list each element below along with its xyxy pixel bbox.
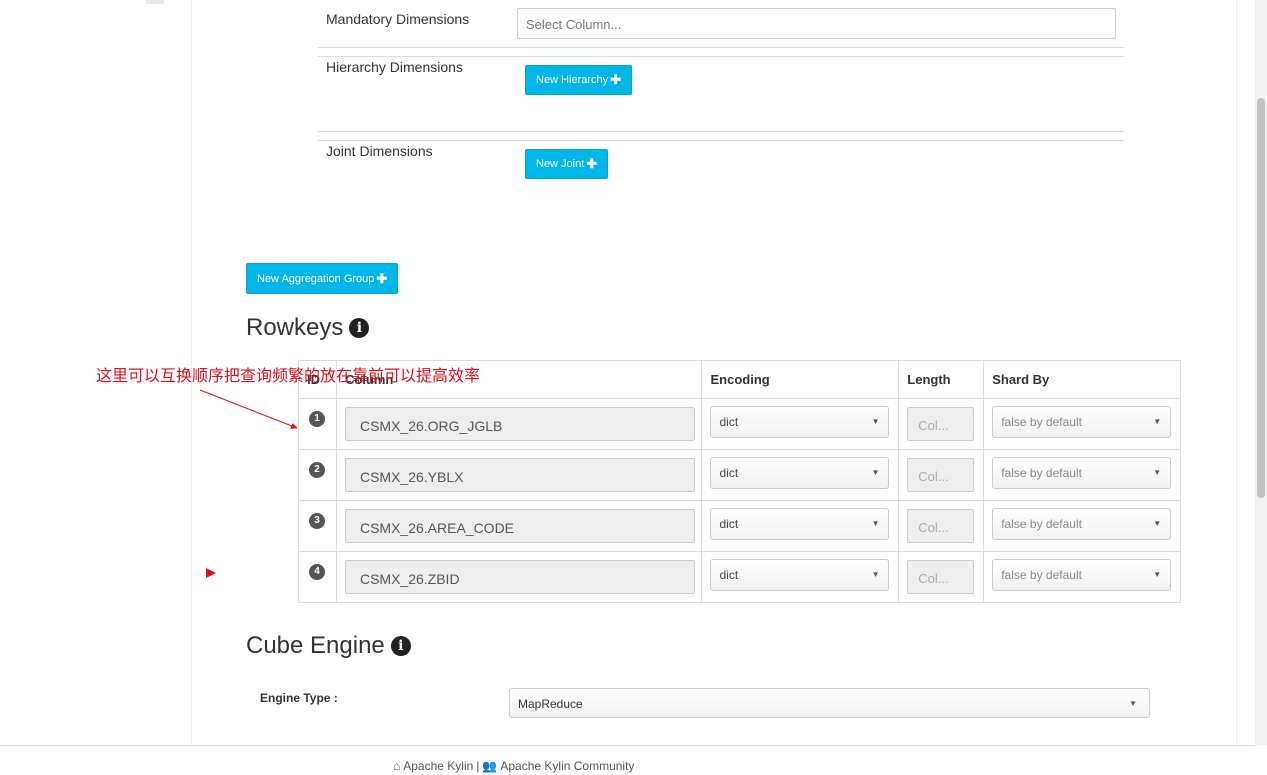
encoding-select[interactable]: dict ▼ [710, 508, 890, 540]
new-aggregation-group-button[interactable]: New Aggregation Group ✚ [246, 263, 399, 294]
engine-type-select[interactable]: MapReduce ▼ [509, 688, 1150, 718]
shard-by-select[interactable]: false by default ▼ [992, 559, 1172, 591]
new-hierarchy-label: New Hierarchy [536, 74, 609, 86]
length-input[interactable]: Col... [907, 509, 975, 543]
home-icon: ⌂ [393, 759, 401, 773]
encoding-select[interactable]: dict ▼ [710, 406, 890, 438]
header-encoding: Encoding [701, 360, 900, 399]
plus-icon: ✚ [376, 270, 388, 286]
annotation-text: 这里可以互换顺序把查询频繁的放在靠前可以提高效率 [96, 366, 481, 385]
new-joint-label: New Joint [536, 158, 585, 170]
column-field: CSMX_26.ZBID [344, 560, 695, 594]
encoding-value: dict [719, 517, 739, 531]
row-divider [318, 56, 1124, 57]
rowkeys-heading: Rowkeys i [246, 314, 370, 342]
shard-by-value: false by default [1001, 466, 1082, 480]
table-row[interactable]: 2 CSMX_26.YBLX dict ▼ Col... false by def… [298, 449, 1181, 501]
caret-down-icon: ▼ [871, 519, 880, 528]
new-joint-button[interactable]: New Joint ✚ [525, 149, 609, 179]
length-input[interactable]: Col... [907, 407, 975, 441]
scrollbar-thumb[interactable] [1257, 98, 1265, 498]
column-field: CSMX_26.ORG_JGLB [344, 407, 695, 441]
shard-by-value: false by default [1001, 415, 1082, 429]
mandatory-select-input[interactable]: Select Column... [517, 8, 1116, 39]
header-length: Length [898, 360, 985, 399]
apache-kylin-link[interactable]: Apache Kylin [403, 759, 473, 773]
plus-icon: ✚ [586, 156, 598, 171]
shard-by-select[interactable]: false by default ▼ [992, 457, 1172, 489]
info-icon[interactable]: i [349, 318, 370, 338]
engine-type-value: MapReduce [518, 697, 583, 711]
footer-links: ⌂ Apache Kylin | 👥 Apache Kylin Communit… [393, 759, 634, 773]
encoding-value: dict [719, 466, 739, 480]
table-row[interactable]: 1 CSMX_26.ORG_JGLB dict ▼ Col... false by… [298, 398, 1181, 450]
hierarchy-dimensions-label: Hierarchy Dimensions [326, 59, 463, 75]
content-right-border [1236, 0, 1237, 745]
gutter-chip [146, 0, 164, 4]
footer: ⌂ Apache Kylin | 👥 Apache Kylin Communit… [0, 745, 1255, 775]
caret-down-icon: ▼ [1153, 468, 1162, 477]
shard-by-value: false by default [1001, 568, 1082, 582]
encoding-select[interactable]: dict ▼ [710, 457, 890, 489]
caret-down-icon: ▼ [1129, 699, 1137, 708]
column-field: CSMX_26.YBLX [344, 458, 695, 492]
new-hierarchy-button[interactable]: New Hierarchy ✚ [525, 65, 633, 95]
caret-down-icon: ▼ [1153, 417, 1162, 426]
row-id-badge[interactable]: 1 [309, 411, 325, 427]
apache-kylin-community-link[interactable]: Apache Kylin Community [500, 759, 634, 773]
length-input[interactable]: Col... [907, 560, 975, 594]
header-shard-by: Shard By [983, 360, 1181, 399]
row-id-badge[interactable]: 3 [309, 513, 325, 529]
rowkeys-title: Rowkeys [246, 314, 344, 341]
users-icon: 👥 [482, 759, 498, 773]
row-divider [318, 140, 1124, 141]
length-input[interactable]: Col... [907, 458, 975, 492]
table-row[interactable]: 4 CSMX_26.ZBID dict ▼ Col... false by def… [298, 551, 1181, 603]
table-row[interactable]: 3 CSMX_26.AREA_CODE dict ▼ Col... false b… [298, 500, 1181, 552]
row-divider [318, 47, 1124, 48]
shard-by-select[interactable]: false by default ▼ [992, 406, 1172, 438]
row-id-badge[interactable]: 2 [309, 462, 325, 478]
annotation-arrow [199, 389, 298, 429]
caret-down-icon: ▼ [871, 570, 880, 579]
encoding-value: dict [719, 415, 739, 429]
caret-down-icon: ▼ [1153, 570, 1162, 579]
plus-icon: ✚ [610, 72, 622, 87]
cube-engine-heading: Cube Engine i [246, 632, 411, 660]
shard-by-select[interactable]: false by default ▼ [992, 508, 1172, 540]
encoding-select[interactable]: dict ▼ [710, 559, 890, 591]
new-aggregation-group-label: New Aggregation Group [257, 272, 375, 285]
row-id-badge[interactable]: 4 [309, 564, 325, 580]
footer-separator: | [476, 759, 480, 773]
engine-type-label: Engine Type : [260, 691, 338, 705]
joint-dimensions-label: Joint Dimensions [326, 143, 433, 159]
mandatory-dimensions-label: Mandatory Dimensions [326, 11, 470, 27]
rowkeys-table: ID Column Encoding Length Shard By 1 CSM… [298, 360, 1181, 603]
caret-down-icon: ▼ [871, 468, 880, 477]
row-divider [318, 131, 1124, 132]
info-icon[interactable]: i [390, 636, 411, 656]
shard-by-value: false by default [1001, 517, 1082, 531]
column-field: CSMX_26.AREA_CODE [344, 509, 695, 543]
pointer-marker [206, 568, 216, 578]
caret-down-icon: ▼ [871, 417, 880, 426]
encoding-value: dict [719, 568, 739, 582]
cube-engine-title: Cube Engine [246, 632, 385, 659]
caret-down-icon: ▼ [1153, 519, 1162, 528]
